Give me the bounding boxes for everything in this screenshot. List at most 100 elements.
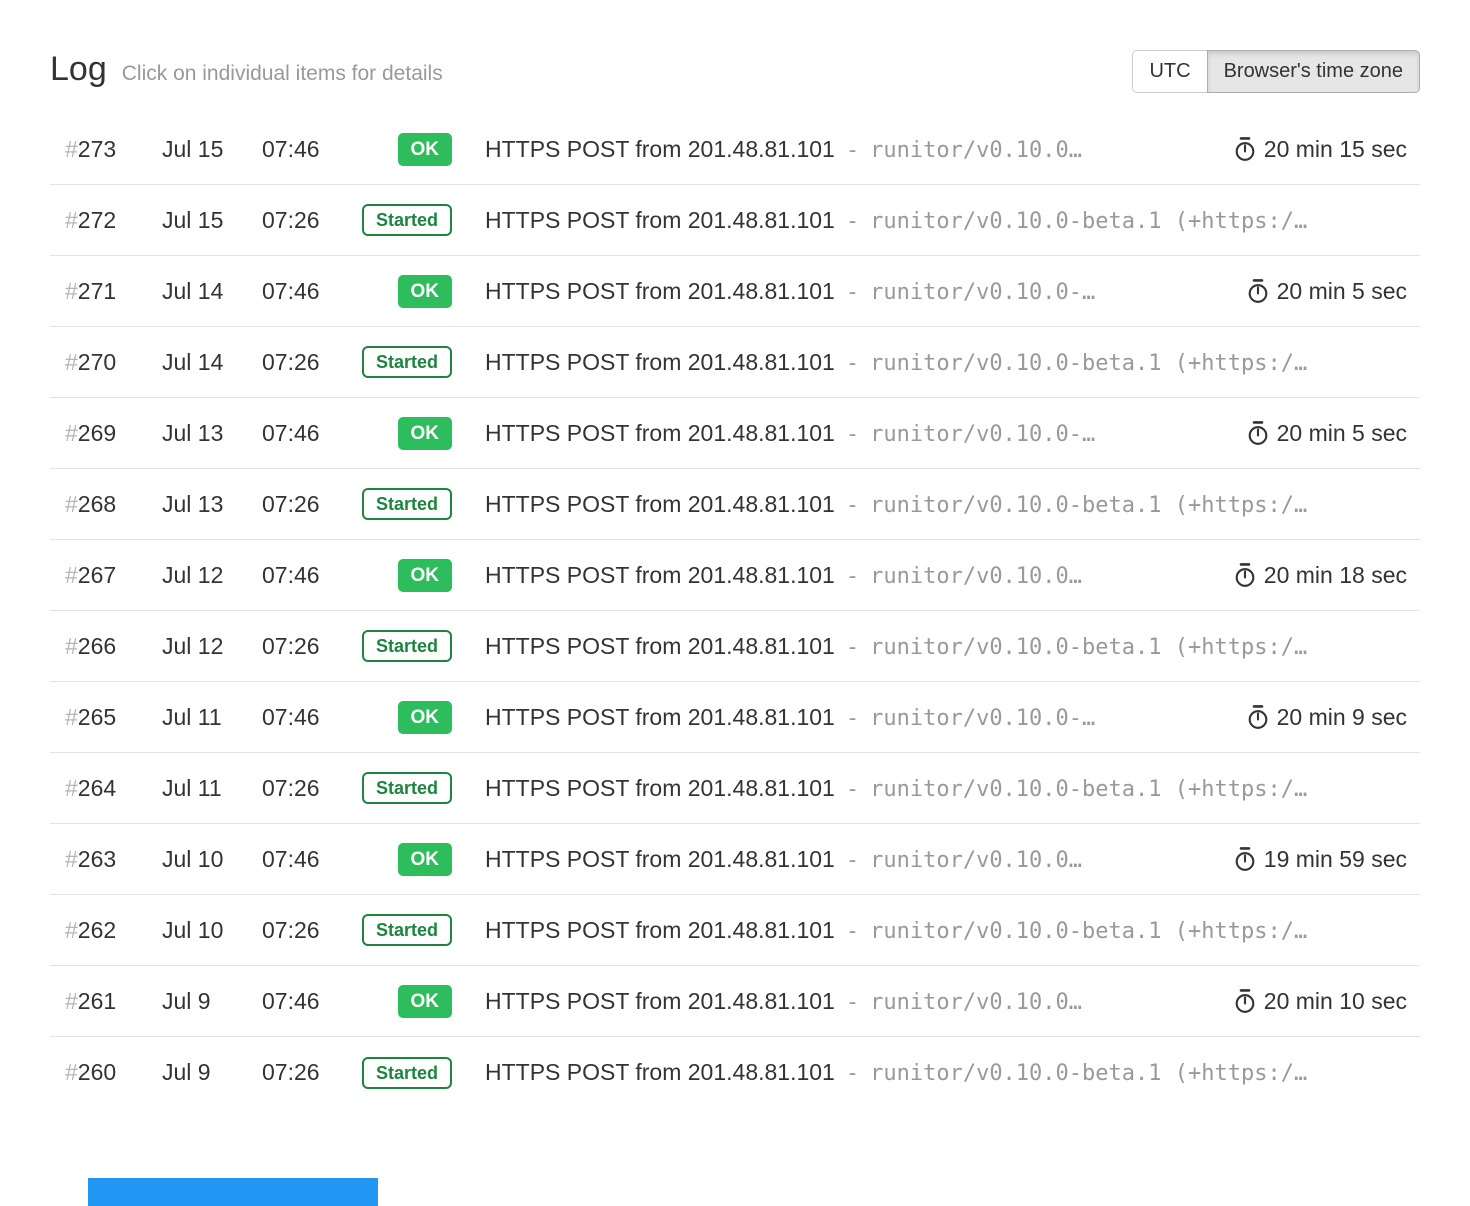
log-row[interactable]: #270 Jul 14 07:26 Started HTTPS POST fro…: [50, 327, 1420, 398]
separator-dash: -: [846, 635, 859, 660]
user-agent-text: runitor/v0.10.0-beta.1 (+https:/…: [870, 635, 1307, 660]
log-row[interactable]: #264 Jul 11 07:26 Started HTTPS POST fro…: [50, 753, 1420, 824]
separator-dash: -: [846, 1061, 859, 1086]
event-duration: 20 min 18 sec: [1233, 562, 1407, 589]
event-number-value: 266: [78, 633, 116, 659]
stopwatch-icon: [1233, 846, 1257, 872]
event-duration: 20 min 5 sec: [1246, 278, 1407, 305]
event-duration: 20 min 9 sec: [1246, 704, 1407, 731]
stopwatch-icon: [1246, 704, 1270, 730]
bottom-blue-bar: [88, 1178, 378, 1206]
event-description: HTTPS POST from 201.48.81.101-runitor/v0…: [485, 420, 1232, 447]
user-agent-text: runitor/v0.10.0…: [870, 138, 1082, 163]
event-date: Jul 15: [162, 136, 262, 163]
event-text: HTTPS POST from 201.48.81.101: [485, 704, 835, 730]
event-text: HTTPS POST from 201.48.81.101: [485, 420, 835, 446]
event-text: HTTPS POST from 201.48.81.101: [485, 349, 835, 375]
event-description: HTTPS POST from 201.48.81.101-runitor/v0…: [485, 349, 1407, 376]
hash-prefix: #: [65, 491, 78, 517]
log-row[interactable]: #260 Jul 9 07:26 Started HTTPS POST from…: [50, 1037, 1420, 1108]
separator-dash: -: [846, 280, 859, 305]
event-date: Jul 11: [162, 775, 262, 802]
event-description: HTTPS POST from 201.48.81.101-runitor/v0…: [485, 988, 1219, 1015]
user-agent-text: runitor/v0.10.0…: [870, 990, 1082, 1015]
event-date: Jul 15: [162, 207, 262, 234]
event-number-value: 265: [78, 704, 116, 730]
status-badge-cell: OK: [352, 843, 452, 876]
stopwatch-icon: [1233, 988, 1257, 1014]
status-badge: OK: [398, 985, 453, 1018]
event-date: Jul 13: [162, 420, 262, 447]
event-date: Jul 14: [162, 278, 262, 305]
event-number-value: 264: [78, 775, 116, 801]
duration-text: 20 min 5 sec: [1277, 278, 1407, 305]
status-badge: Started: [362, 914, 452, 946]
stopwatch-icon: [1246, 420, 1270, 446]
separator-dash: -: [846, 422, 859, 447]
event-number: #260: [65, 1059, 162, 1086]
separator-dash: -: [846, 493, 859, 518]
status-badge: OK: [398, 417, 453, 450]
stopwatch-icon: [1233, 562, 1257, 588]
event-description: HTTPS POST from 201.48.81.101-runitor/v0…: [485, 562, 1219, 589]
duration-text: 20 min 10 sec: [1264, 988, 1407, 1015]
status-badge: OK: [398, 133, 453, 166]
event-time: 07:26: [262, 1059, 352, 1086]
status-badge: Started: [362, 772, 452, 804]
log-row[interactable]: #263 Jul 10 07:46 OK HTTPS POST from 201…: [50, 824, 1420, 895]
separator-dash: -: [846, 706, 859, 731]
event-description: HTTPS POST from 201.48.81.101-runitor/v0…: [485, 1059, 1407, 1086]
event-time: 07:26: [262, 491, 352, 518]
log-row[interactable]: #269 Jul 13 07:46 OK HTTPS POST from 201…: [50, 398, 1420, 469]
hash-prefix: #: [65, 704, 78, 730]
stopwatch-icon: [1233, 136, 1257, 162]
title-group: Log Click on individual items for detail…: [50, 50, 443, 89]
status-badge-cell: OK: [352, 275, 452, 308]
hash-prefix: #: [65, 349, 78, 375]
log-row[interactable]: #262 Jul 10 07:26 Started HTTPS POST fro…: [50, 895, 1420, 966]
event-text: HTTPS POST from 201.48.81.101: [485, 1059, 835, 1085]
event-text: HTTPS POST from 201.48.81.101: [485, 775, 835, 801]
page-header: Log Click on individual items for detail…: [50, 50, 1420, 93]
event-number: #268: [65, 491, 162, 518]
status-badge-cell: OK: [352, 133, 452, 166]
event-date: Jul 10: [162, 846, 262, 873]
event-duration: 19 min 59 sec: [1233, 846, 1407, 873]
hash-prefix: #: [65, 1059, 78, 1085]
log-row[interactable]: #273 Jul 15 07:46 OK HTTPS POST from 201…: [50, 114, 1420, 185]
hash-prefix: #: [65, 988, 78, 1014]
log-page: Log Click on individual items for detail…: [0, 50, 1470, 1108]
event-description: HTTPS POST from 201.48.81.101-runitor/v0…: [485, 917, 1407, 944]
event-text: HTTPS POST from 201.48.81.101: [485, 846, 835, 872]
status-badge-cell: Started: [352, 488, 452, 520]
user-agent-text: runitor/v0.10.0…: [870, 848, 1082, 873]
separator-dash: -: [846, 564, 859, 589]
user-agent-text: runitor/v0.10.0-…: [870, 280, 1095, 305]
event-duration: 20 min 10 sec: [1233, 988, 1407, 1015]
event-text: HTTPS POST from 201.48.81.101: [485, 988, 835, 1014]
event-number: #264: [65, 775, 162, 802]
browser-timezone-button[interactable]: Browser's time zone: [1207, 50, 1420, 93]
user-agent-text: runitor/v0.10.0-…: [870, 706, 1095, 731]
user-agent-text: runitor/v0.10.0-beta.1 (+https:/…: [870, 777, 1307, 802]
log-row[interactable]: #272 Jul 15 07:26 Started HTTPS POST fro…: [50, 185, 1420, 256]
log-row[interactable]: #267 Jul 12 07:46 OK HTTPS POST from 201…: [50, 540, 1420, 611]
event-date: Jul 9: [162, 988, 262, 1015]
event-number: #263: [65, 846, 162, 873]
log-row[interactable]: #261 Jul 9 07:46 OK HTTPS POST from 201.…: [50, 966, 1420, 1037]
event-number: #273: [65, 136, 162, 163]
log-row[interactable]: #271 Jul 14 07:46 OK HTTPS POST from 201…: [50, 256, 1420, 327]
event-number-value: 262: [78, 917, 116, 943]
separator-dash: -: [846, 209, 859, 234]
event-text: HTTPS POST from 201.48.81.101: [485, 136, 835, 162]
page-subtitle: Click on individual items for details: [122, 62, 443, 86]
event-number: #265: [65, 704, 162, 731]
user-agent-text: runitor/v0.10.0-beta.1 (+https:/…: [870, 351, 1307, 376]
log-row[interactable]: #268 Jul 13 07:26 Started HTTPS POST fro…: [50, 469, 1420, 540]
log-row[interactable]: #265 Jul 11 07:46 OK HTTPS POST from 201…: [50, 682, 1420, 753]
event-number-value: 269: [78, 420, 116, 446]
event-number-value: 270: [78, 349, 116, 375]
event-number-value: 268: [78, 491, 116, 517]
utc-button[interactable]: UTC: [1132, 50, 1207, 93]
log-row[interactable]: #266 Jul 12 07:26 Started HTTPS POST fro…: [50, 611, 1420, 682]
